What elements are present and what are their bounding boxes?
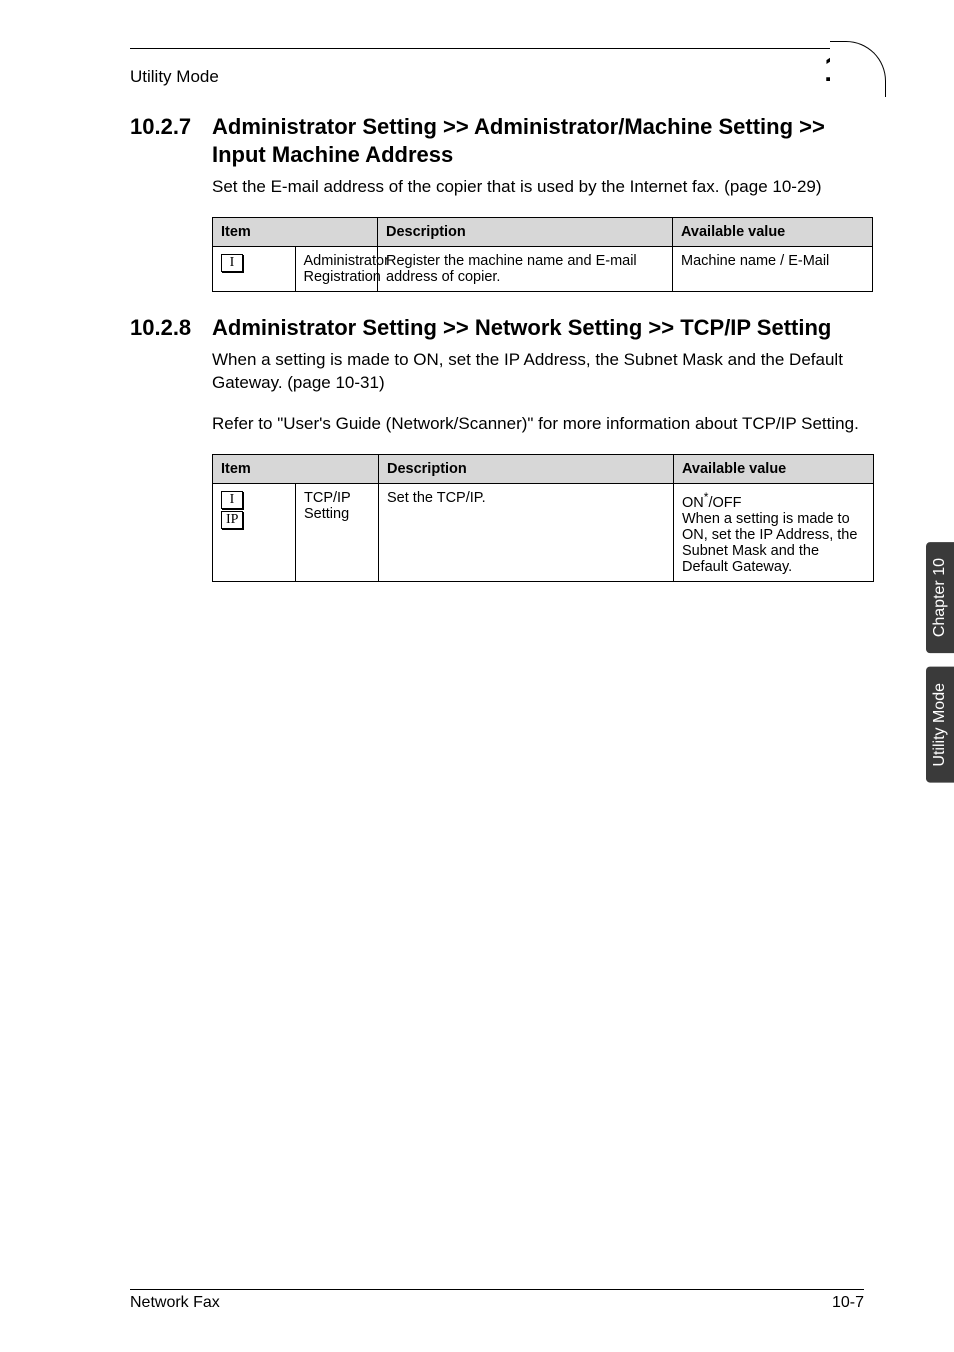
table-1-avail-cell: Machine name / E-Mail: [673, 246, 873, 291]
table-1-header-row: Item Description Available value: [213, 217, 873, 246]
i-icon: I: [221, 254, 243, 272]
table-1-th-available: Available value: [673, 217, 873, 246]
section-2-para-1: When a setting is made to ON, set the IP…: [212, 349, 864, 395]
table-1-desc-cell: Register the machine name and E-mail add…: [378, 246, 673, 291]
table-1-row: I Administrator Registration Register th…: [213, 246, 873, 291]
table-2-avail-cell: ON*/OFF When a setting is made to ON, se…: [674, 484, 874, 582]
table-2-th-description: Description: [379, 455, 674, 484]
table-2: Item Description Available value I IP TC…: [212, 454, 874, 582]
section-2-para-2: Refer to "User's Guide (Network/Scanner)…: [212, 413, 864, 436]
section-title-2: Administrator Setting >> Network Setting…: [212, 314, 864, 342]
avail-on: ON: [682, 495, 704, 511]
table-1: Item Description Available value I Admin…: [212, 217, 873, 292]
table-2-row: I IP TCP/IP Setting Set the TCP/IP. ON*/…: [213, 484, 874, 582]
section-heading-1: 10.2.7 Administrator Setting >> Administ…: [130, 113, 864, 168]
table-1-th-item: Item: [213, 217, 378, 246]
running-header: Utility Mode 10: [130, 51, 864, 87]
page-content: Utility Mode 10 10.2.7 Administrator Set…: [0, 0, 954, 582]
side-tabs: Chapter 10 Utility Mode: [926, 542, 954, 797]
table-2-name-cell: TCP/IP Setting: [296, 484, 379, 582]
footer-rule: [130, 1289, 864, 1290]
ip-icon: IP: [221, 511, 243, 529]
section-number-2: 10.2.8: [130, 314, 212, 342]
table-2-desc-cell: Set the TCP/IP.: [379, 484, 674, 582]
table-1-icon-cell: I: [213, 246, 296, 291]
table-1-name-cell: Administrator Registration: [295, 246, 378, 291]
header-rule: [130, 48, 864, 49]
side-tab-mode: Utility Mode: [926, 667, 954, 783]
footer-left: Network Fax: [130, 1294, 220, 1312]
table-2-th-available: Available value: [674, 455, 874, 484]
avail-off: /OFF: [708, 495, 741, 511]
table-2-icon-cell: I IP: [213, 484, 296, 582]
footer-right: 10-7: [832, 1294, 864, 1312]
table-1-th-description: Description: [378, 217, 673, 246]
table-2-header-row: Item Description Available value: [213, 455, 874, 484]
table-2-th-item: Item: [213, 455, 379, 484]
footer: Network Fax 10-7: [130, 1289, 864, 1312]
side-tab-chapter: Chapter 10: [926, 542, 954, 653]
section-1-para-1: Set the E-mail address of the copier tha…: [212, 176, 864, 199]
footer-row: Network Fax 10-7: [130, 1294, 864, 1312]
section-title-1: Administrator Setting >> Administrator/M…: [212, 113, 864, 168]
section-number-1: 10.2.7: [130, 113, 212, 141]
header-left-text: Utility Mode: [130, 67, 219, 87]
section-heading-2: 10.2.8 Administrator Setting >> Network …: [130, 314, 864, 342]
avail-rest: When a setting is made to ON, set the IP…: [682, 511, 857, 575]
i-icon: I: [221, 491, 243, 509]
